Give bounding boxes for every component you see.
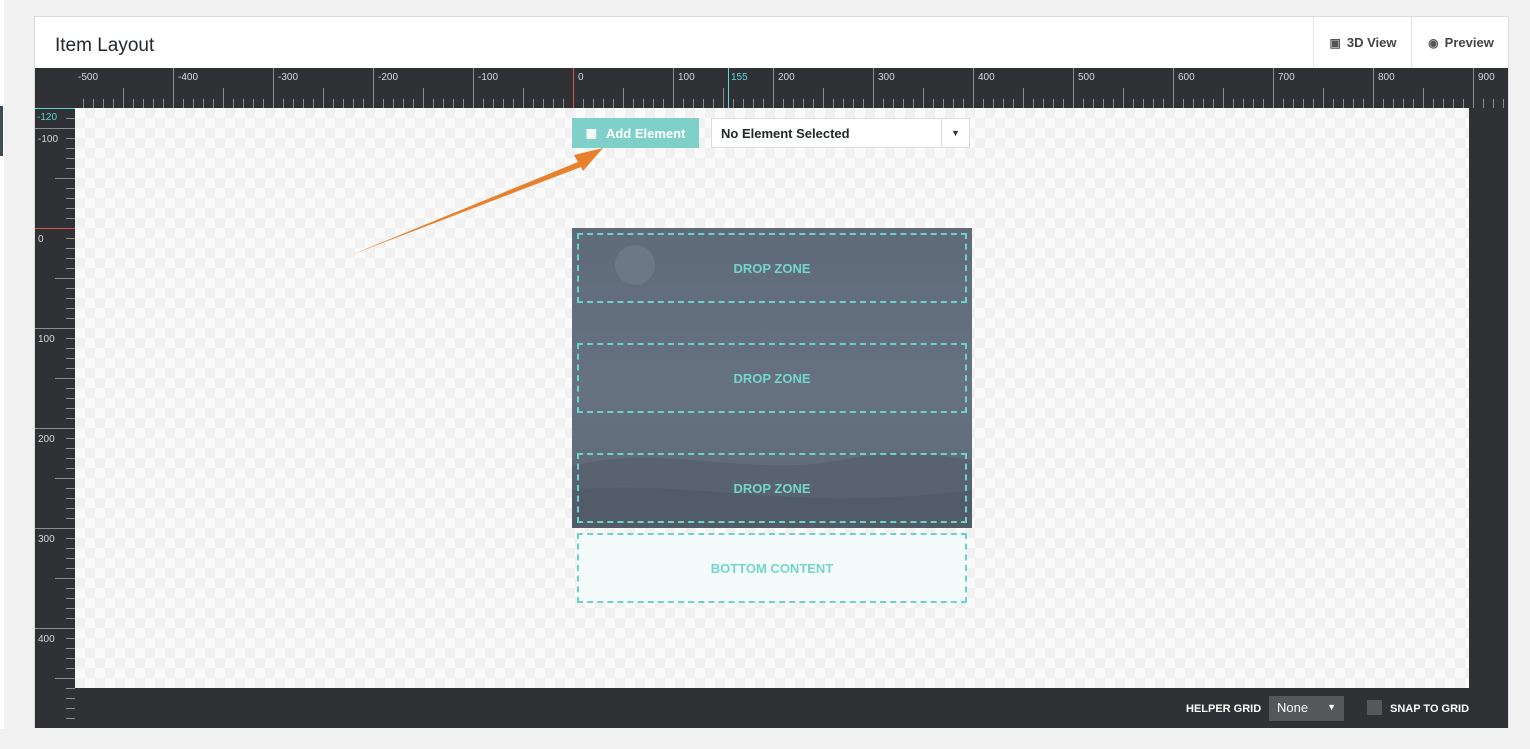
ruler-label: 200 [778, 72, 795, 83]
chevron-down-icon: ▼ [1327, 702, 1336, 712]
layout-editor: -500 -400 -300 -200 -100 0 100 200 300 400 500 600 7… [35, 68, 1508, 728]
preview-label: Preview [1444, 35, 1494, 50]
ruler-label: 800 [1378, 72, 1395, 83]
ruler-vertical: -100 0 100 200 300 400 -120 [35, 108, 75, 728]
drop-zone[interactable]: DROP ZONE [577, 233, 967, 303]
helper-grid-label: HELPER GRID [1186, 703, 1262, 715]
element-select-value: No Element Selected [721, 126, 850, 141]
3d-view-label: 3D View [1346, 35, 1397, 50]
active-menu-marker [0, 106, 3, 156]
ruler-label: 200 [38, 434, 55, 445]
ruler-label: 700 [1278, 72, 1295, 83]
ruler-position-label: -120 [37, 112, 57, 123]
ruler-label: 0 [578, 72, 584, 83]
ruler-label: -100 [38, 134, 58, 145]
helper-grid-value: None [1277, 700, 1309, 715]
ruler-label: 600 [1178, 72, 1195, 83]
item-layout-panel: Item Layout ▣ 3D View ◉ Preview -500 -400… [34, 16, 1509, 728]
ruler-label: -400 [178, 72, 198, 83]
ruler-label: 100 [38, 334, 55, 345]
ruler-label: 0 [38, 234, 44, 245]
panel-header: Item Layout ▣ 3D View ◉ Preview [35, 17, 1508, 68]
snap-to-grid-label: SNAP TO GRID [1390, 703, 1470, 715]
preview-button[interactable]: ◉ Preview [1411, 17, 1510, 68]
ruler-label: 500 [1078, 72, 1095, 83]
ruler-label: 400 [978, 72, 995, 83]
ruler-label: -500 [78, 72, 98, 83]
drop-zone[interactable]: DROP ZONE [577, 453, 967, 523]
snap-to-grid-checkbox[interactable] [1367, 700, 1382, 715]
admin-sidebar-edge [0, 0, 4, 729]
element-select[interactable]: No Element Selected ▼ [711, 118, 970, 148]
ruler-horizontal: -500 -400 -300 -200 -100 0 100 200 300 400 500 600 7… [35, 68, 1508, 108]
ruler-vertical-scale: -100 0 100 200 300 400 -120 [35, 108, 75, 719]
ruler-label: 300 [878, 72, 895, 83]
3d-view-button[interactable]: ▣ 3D View [1313, 17, 1412, 68]
ruler-position-label: 155 [731, 72, 748, 83]
ruler-label: 900 [1478, 72, 1495, 83]
drop-zone[interactable]: DROP ZONE [577, 343, 967, 413]
layout-canvas[interactable]: ▦ Add Element No Element Selected ▼ DROP… [75, 108, 1469, 688]
ruler-label: -100 [478, 72, 498, 83]
editor-footer: HELPER GRID None ▼ SNAP TO GRID [75, 688, 1508, 728]
ruler-label: 400 [38, 634, 55, 645]
ruler-label: -200 [378, 72, 398, 83]
eye-icon: ◉ [1428, 35, 1439, 50]
panel-title: Item Layout [55, 35, 155, 56]
bottom-content-zone[interactable]: BOTTOM CONTENT [577, 533, 967, 603]
ruler-label: 100 [678, 72, 695, 83]
ruler-horizontal-scale: -500 -400 -300 -200 -100 0 100 200 300 400 500 600 7… [78, 68, 1504, 108]
ruler-label: -300 [278, 72, 298, 83]
item-card: DROP ZONE DROP ZONE DROP ZONE [572, 228, 972, 528]
image-icon: ▣ [1329, 35, 1341, 50]
ruler-label: 300 [38, 534, 55, 545]
chevron-down-icon[interactable]: ▼ [941, 119, 969, 147]
editor-right-gutter [1469, 108, 1508, 688]
helper-grid-select[interactable]: None ▼ [1269, 696, 1344, 721]
